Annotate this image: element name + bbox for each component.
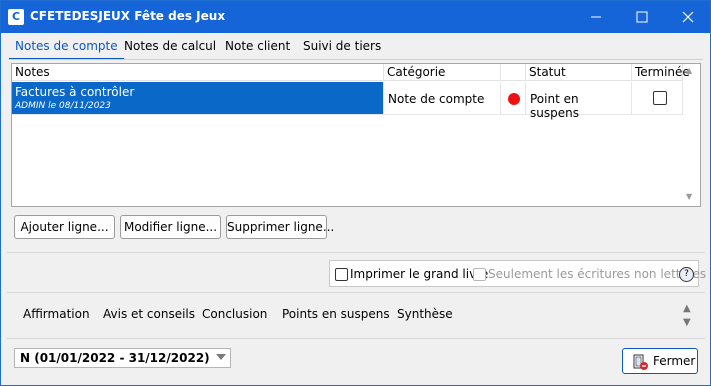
minimize-button[interactable]: [574, 1, 618, 33]
period-select[interactable]: N (01/01/2022 - 31/12/2022): [14, 348, 231, 368]
window-title: CFETEDESJEUX Fête des Jeux: [30, 9, 226, 23]
tab-points-en-suspens[interactable]: Points en suspens: [282, 307, 390, 321]
exit-door-icon: [633, 354, 648, 370]
dialog-window: C CFETEDESJEUX Fête des Jeux Notes de co…: [0, 0, 711, 386]
scroll-up-icon[interactable]: ▲: [686, 66, 692, 75]
chevron-down-icon: [216, 354, 226, 360]
note-title: Factures à contrôler: [15, 85, 135, 99]
column-header-categorie[interactable]: Catégorie: [384, 64, 501, 81]
tabs-scroll-up-icon[interactable]: ▲: [683, 303, 691, 314]
close-button[interactable]: Fermer: [622, 348, 698, 374]
table-row-categorie-cell[interactable]: Note de compte: [384, 82, 501, 115]
table-row-statut-cell[interactable]: Point en suspens: [526, 82, 632, 120]
tab-notes-de-calcul[interactable]: Notes de calcul: [118, 35, 222, 58]
grand-livre-label[interactable]: Imprimer le grand livre: [350, 267, 488, 281]
close-button-label: Fermer: [653, 354, 696, 368]
column-header-status-color[interactable]: [501, 64, 526, 81]
non-lettrees-checkbox: [473, 268, 486, 281]
add-line-button[interactable]: Ajouter ligne...: [14, 215, 115, 239]
tab-affirmation[interactable]: Affirmation: [23, 307, 90, 321]
delete-line-button[interactable]: Supprimer ligne...: [226, 215, 334, 239]
column-header-notes[interactable]: Notes: [12, 64, 384, 81]
separator: [7, 292, 705, 293]
notes-grid[interactable]: Notes Catégorie Statut Terminée Factures…: [11, 63, 701, 207]
note-categorie: Note de compte: [388, 92, 485, 106]
title-bar[interactable]: C CFETEDESJEUX Fête des Jeux: [1, 1, 710, 33]
help-icon[interactable]: ?: [679, 267, 694, 282]
non-lettrees-label: Seulement les écritures non lettrées: [488, 267, 707, 281]
tab-note-client[interactable]: Note client: [219, 35, 296, 58]
tab-notes-de-compte[interactable]: Notes de compte: [9, 35, 124, 60]
column-header-terminee[interactable]: Terminée: [632, 64, 690, 81]
tab-conclusion[interactable]: Conclusion: [202, 307, 267, 321]
tab-avis-et-conseils[interactable]: Avis et conseils: [103, 307, 195, 321]
terminee-checkbox[interactable]: [653, 91, 667, 105]
app-icon: C: [8, 9, 24, 25]
modify-line-button[interactable]: Modifier ligne...: [120, 215, 221, 239]
maximize-button[interactable]: [620, 1, 664, 33]
table-row-terminee-cell[interactable]: [632, 82, 683, 115]
table-row-status-cell[interactable]: [501, 82, 526, 115]
separator: [7, 252, 705, 253]
minimize-icon: [591, 16, 601, 18]
column-header-statut[interactable]: Statut: [526, 64, 632, 81]
separator: [7, 338, 705, 339]
table-row-notes-cell[interactable]: Factures à contrôler ADMIN le 08/11/2023: [12, 82, 384, 115]
close-window-button[interactable]: [666, 1, 710, 33]
note-statut: Point en suspens: [530, 92, 579, 120]
status-dot-icon: [508, 93, 520, 105]
print-options-panel: Imprimer le grand livre Seulement les éc…: [329, 260, 706, 287]
tabs-scroll-down-icon[interactable]: ▼: [683, 317, 691, 328]
note-author-date: ADMIN le 08/11/2023: [15, 101, 111, 111]
tab-synthese[interactable]: Synthèse: [397, 307, 453, 321]
scroll-down-icon[interactable]: ▼: [686, 192, 692, 201]
close-icon: [682, 11, 694, 23]
tab-suivi-de-tiers[interactable]: Suivi de tiers: [297, 35, 387, 58]
tab-divider: [9, 59, 703, 60]
period-value: N (01/01/2022 - 31/12/2022): [20, 351, 210, 365]
grand-livre-checkbox[interactable]: [335, 268, 348, 281]
maximize-icon: [636, 11, 648, 23]
